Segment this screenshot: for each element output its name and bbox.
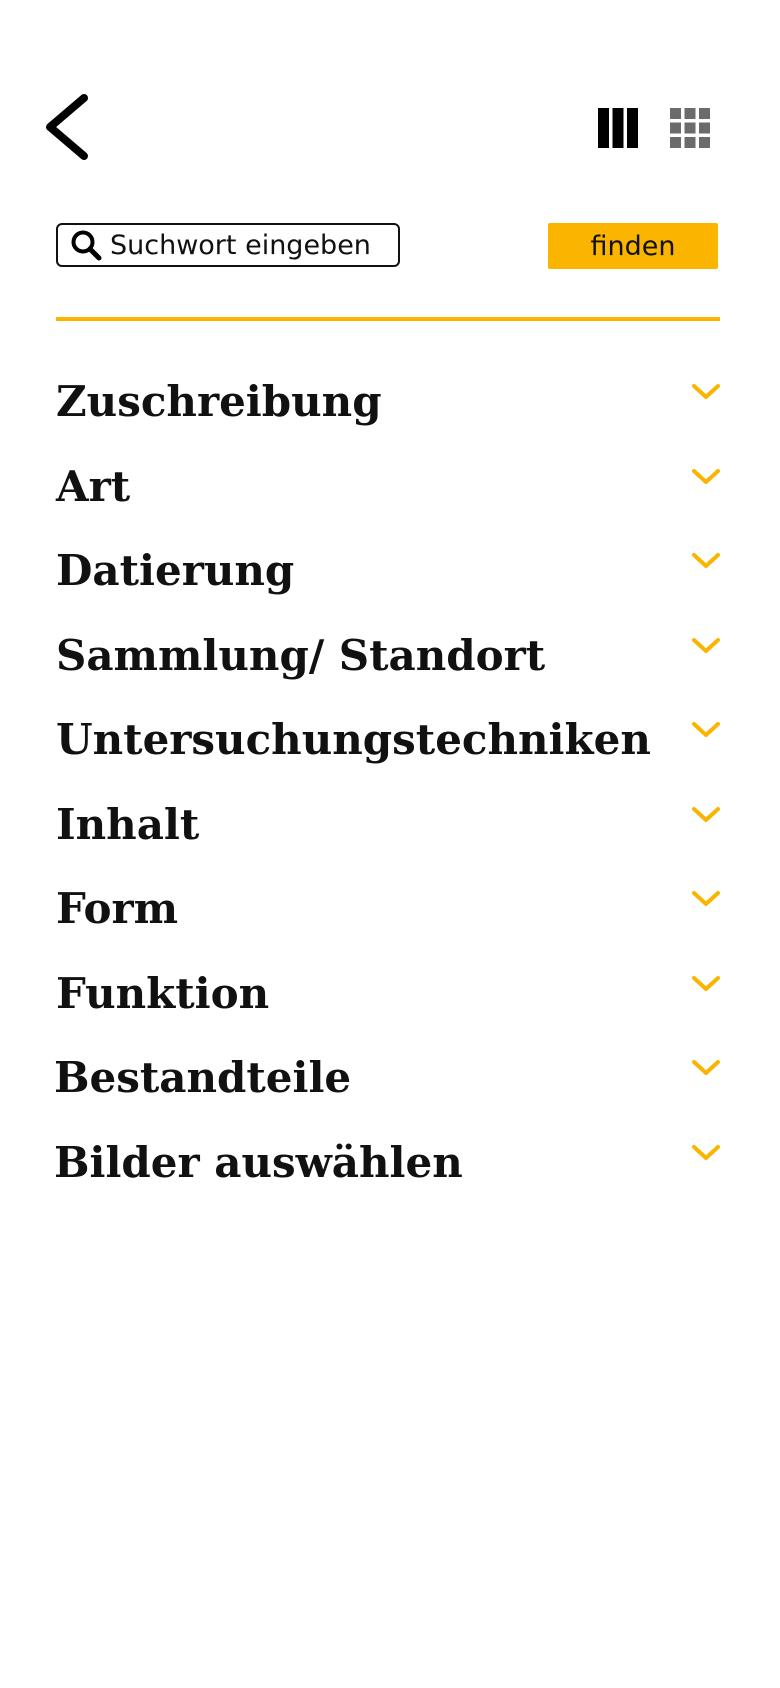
filter-label: Untersuchungstechniken: [56, 715, 651, 764]
chevron-down-icon: [692, 1144, 720, 1160]
grid-icon: [670, 108, 710, 148]
grid-view-button[interactable]: [668, 106, 712, 150]
search-input[interactable]: [110, 229, 390, 261]
chevron-down-icon: [692, 891, 720, 906]
back-button[interactable]: [36, 84, 100, 168]
filter-item-inhalt[interactable]: Inhalt: [0, 785, 780, 870]
filter-label: Form: [56, 884, 179, 933]
filter-item-bilder-auswaehlen[interactable]: Bilder auswählen: [0, 1123, 780, 1208]
search-field[interactable]: [56, 223, 400, 267]
chevron-down-icon: [692, 1060, 720, 1075]
column-view-button[interactable]: [596, 106, 640, 150]
filter-list: Zuschreibung Art Datierung Sammlung/ Sta…: [0, 362, 780, 1207]
chevron-down-icon: [692, 637, 720, 653]
chevron-down-icon: [692, 468, 720, 484]
filter-label: Inhalt: [56, 799, 200, 849]
filter-item-datierung[interactable]: Datierung: [0, 531, 780, 616]
divider: [56, 317, 720, 321]
filter-item-funktion[interactable]: Funktion: [0, 954, 780, 1039]
filter-label: Funktion: [56, 968, 270, 1018]
filter-label: Art: [56, 461, 131, 511]
filter-label: Bilder auswählen: [54, 1137, 463, 1187]
chevron-down-icon: [692, 806, 720, 822]
filter-item-zuschreibung[interactable]: Zuschreibung: [0, 362, 780, 447]
columns-icon: [598, 108, 638, 148]
filter-item-art[interactable]: Art: [0, 447, 780, 532]
chevron-down-icon: [692, 722, 720, 737]
filter-item-bestandteile[interactable]: Bestandteile: [0, 1038, 780, 1123]
chevron-down-icon: [692, 975, 720, 991]
chevron-down-icon: [692, 553, 720, 568]
chevron-down-icon: [692, 384, 720, 399]
filter-label: Zuschreibung: [56, 377, 382, 426]
filter-label: Sammlung/ Standort: [56, 630, 546, 680]
filter-label: Datierung: [56, 546, 295, 595]
filter-item-untersuchungstechniken[interactable]: Untersuchungstechniken: [0, 700, 780, 785]
filter-item-form[interactable]: Form: [0, 869, 780, 954]
chevron-left-icon: [46, 94, 88, 160]
filter-item-sammlung-standort[interactable]: Sammlung/ Standort: [0, 616, 780, 701]
search-icon: [71, 230, 102, 261]
filter-label: Bestandteile: [54, 1053, 352, 1102]
find-button[interactable]: finden: [548, 223, 718, 269]
